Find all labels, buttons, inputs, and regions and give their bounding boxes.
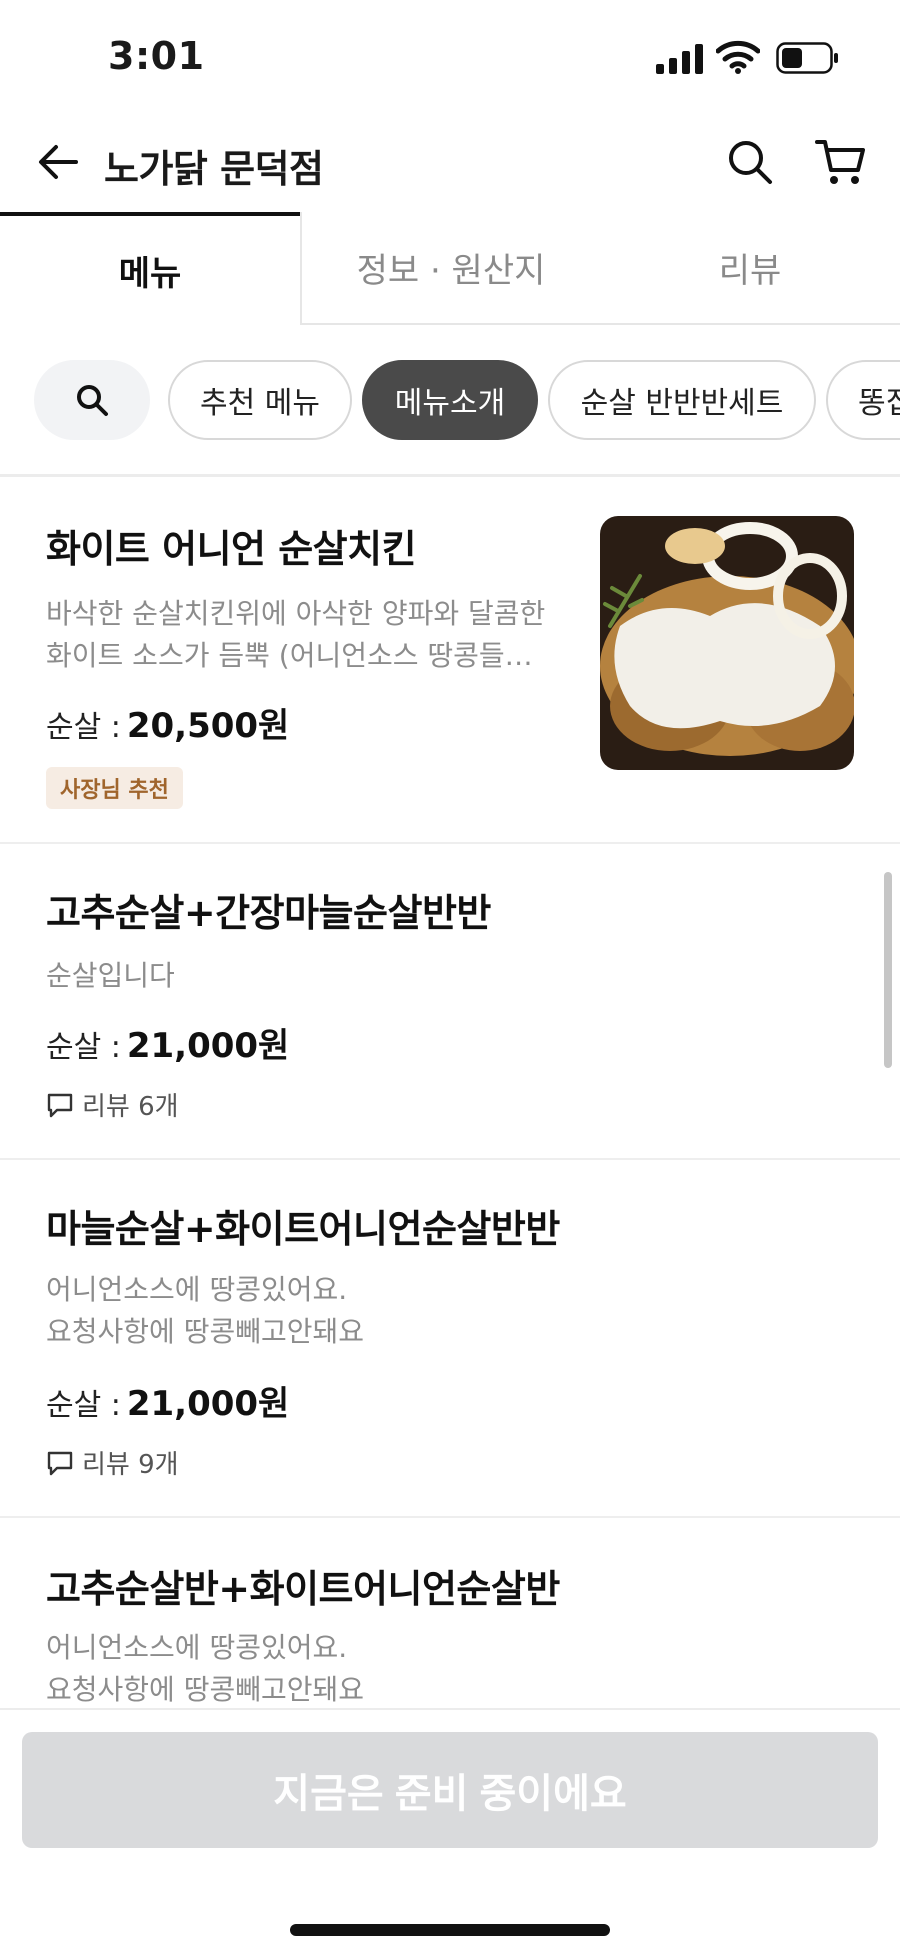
- item-divider: [0, 842, 900, 844]
- scrollbar[interactable]: [884, 872, 892, 1068]
- status-time: 3:01: [108, 34, 205, 78]
- item-name: 마늘순살+화이트어니언순살반반: [46, 1207, 560, 1251]
- item-description: 바삭한 순살치킨위에 아삭한 양파와 달콤한: [46, 597, 546, 630]
- price-label: 순살 :: [46, 1388, 121, 1423]
- store-header: 노가닭 문덕점: [0, 120, 900, 212]
- item-description: 순살입니다: [46, 959, 175, 992]
- menu-search-chip[interactable]: [34, 360, 150, 440]
- tab-info-origin[interactable]: 정보 · 원산지: [300, 212, 600, 325]
- tab-reviews[interactable]: 리뷰: [600, 212, 900, 325]
- search-icon[interactable]: [726, 138, 774, 186]
- item-description: 요청사항에 땅콩빼고안돼요: [46, 1315, 365, 1348]
- price-row: 순살 :20,500원: [46, 698, 289, 747]
- review-count-label: 리뷰 6개: [82, 1092, 179, 1122]
- item-name: 화이트 어니언 순살치킨: [46, 527, 417, 571]
- item-description: 어니언소스에 땅콩있어요.: [46, 1273, 348, 1306]
- item-divider: [0, 1516, 900, 1518]
- item-description: 요청사항에 땅콩빼고안돼요: [46, 1673, 365, 1706]
- store-tabs: 메뉴 정보 · 원산지 리뷰: [0, 212, 900, 325]
- item-divider: [0, 1158, 900, 1160]
- category-chips: 추천 메뉴 메뉴소개 순살 반반반세트 똥집: [0, 352, 900, 444]
- price-label: 순살 :: [46, 710, 121, 745]
- food-photo: [600, 516, 854, 770]
- item-name: 고추순살+간장마늘순살반반: [46, 891, 491, 935]
- bottom-bar: 지금은 준비 중이에요: [0, 1708, 900, 1948]
- item-description: 화이트 소스가 듬뿍 (어니언소스 땅콩들…: [46, 639, 533, 672]
- price-label: 순살 :: [46, 1030, 121, 1065]
- item-description: 어니언소스에 땅콩있어요.: [46, 1631, 348, 1664]
- price-value: 21,000원: [126, 1384, 290, 1424]
- status-bar: 3:01: [0, 0, 900, 120]
- speech-bubble-icon: [47, 1093, 73, 1117]
- chips-divider: [0, 474, 900, 477]
- price-row: 순살 :21,000원: [46, 1376, 289, 1425]
- price-row: 순살 :21,000원: [46, 1018, 289, 1067]
- price-value: 21,000원: [126, 1026, 290, 1066]
- chip-menu-intro[interactable]: 메뉴소개: [362, 360, 538, 440]
- chip-gizzard[interactable]: 똥집: [826, 360, 900, 440]
- app-screen: 3:01 노가닭 문덕점 메뉴 정보 · 원산지 리뷰 추천 메뉴 메뉴소개 순…: [0, 0, 900, 1948]
- battery-icon: [776, 42, 838, 74]
- owner-recommended-badge: 사장님 추천: [46, 767, 183, 809]
- speech-bubble-icon: [47, 1451, 73, 1475]
- review-count: 리뷰 6개: [46, 1086, 179, 1123]
- chip-recommended[interactable]: 추천 메뉴: [168, 360, 352, 440]
- wifi-icon: [716, 40, 760, 74]
- search-icon: [77, 385, 108, 416]
- item-name: 고추순살반+화이트어니언순살반: [46, 1567, 560, 1611]
- home-indicator[interactable]: [290, 1924, 610, 1936]
- back-arrow-icon[interactable]: [36, 140, 80, 184]
- cart-icon[interactable]: [814, 136, 866, 186]
- store-title: 노가닭 문덕점: [104, 147, 324, 191]
- chip-half-half-set[interactable]: 순살 반반반세트: [548, 360, 816, 440]
- tab-menu[interactable]: 메뉴: [0, 212, 300, 325]
- review-count-label: 리뷰 9개: [82, 1450, 179, 1480]
- review-count: 리뷰 9개: [46, 1444, 179, 1481]
- cellular-signal-icon: [656, 44, 703, 74]
- price-value: 20,500원: [126, 706, 290, 746]
- preparing-order-button[interactable]: 지금은 준비 중이에요: [22, 1732, 878, 1848]
